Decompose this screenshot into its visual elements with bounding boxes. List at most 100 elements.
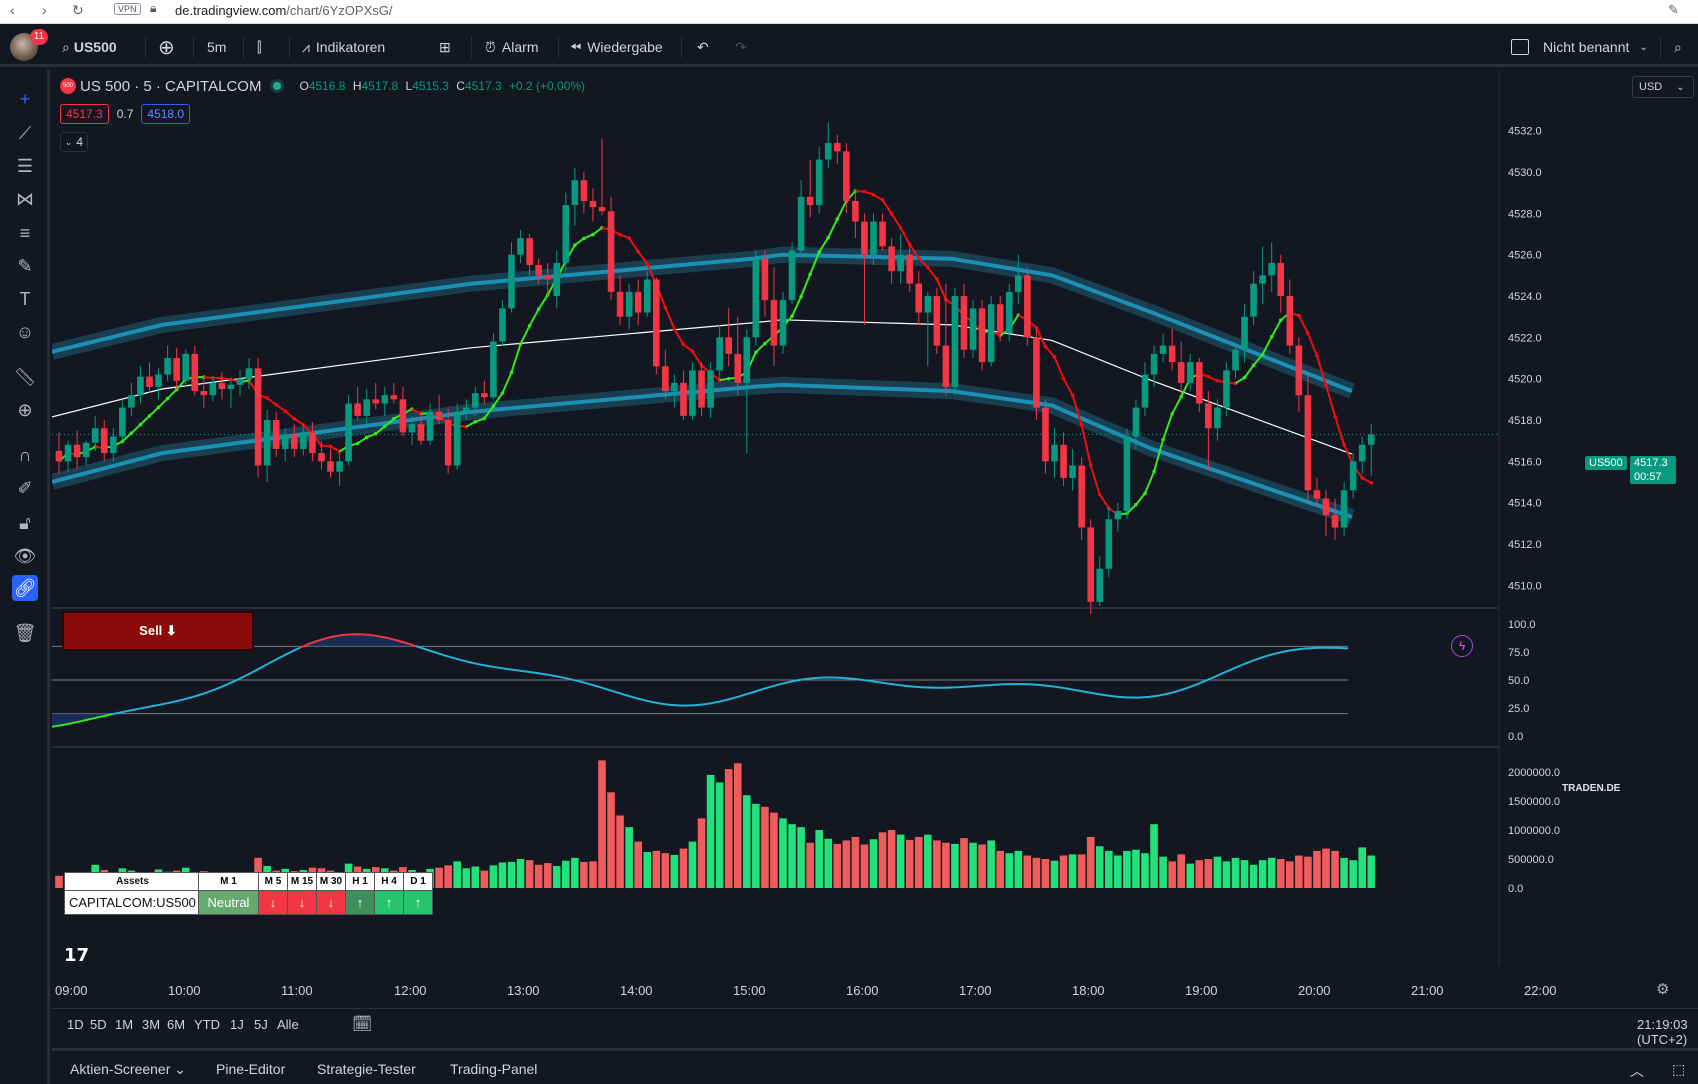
range-5j[interactable]: 5J (254, 1017, 268, 1032)
lock-drawing-icon[interactable]: ✐ (12, 475, 38, 501)
time-axis-label: 10:00 (168, 983, 201, 998)
candle-body (653, 279, 660, 367)
ask-price[interactable]: 4518.0 (141, 104, 191, 124)
osc-segment (411, 643, 417, 648)
time-axis-label: 13:00 (507, 983, 540, 998)
alarm-button[interactable]: ⏰︎ Alarm (485, 27, 538, 67)
ma-segment (139, 415, 151, 426)
link-icon[interactable]: 🔗︎ (12, 575, 38, 601)
replay-button[interactable]: ⏪︎ Wiedergabe (570, 27, 663, 67)
layouts-icon[interactable]: ⊞ (439, 27, 451, 67)
clock[interactable]: 21:19:03 (UTC+2) (1637, 1017, 1698, 1047)
volume-bar (842, 840, 851, 888)
undo-icon[interactable]: ↶ (697, 27, 709, 67)
text-icon[interactable]: T (12, 286, 38, 312)
candle-body (408, 424, 416, 433)
trash-icon[interactable]: 🗑︎ (12, 620, 38, 646)
indicators-button[interactable]: ⩘ Indikatoren (302, 27, 385, 67)
osc-segment (879, 681, 885, 684)
magnet-icon[interactable]: ∩ (12, 442, 38, 468)
gear-icon[interactable]: ⚙︎ (1656, 980, 1669, 998)
bid-price[interactable]: 4517.3 (60, 104, 109, 124)
panel-tab[interactable]: Aktien-Screener ⌄ (70, 1061, 186, 1078)
brush-icon[interactable]: ✎ (12, 253, 38, 279)
chart-area[interactable]: 4532.0 4530.0 4528.0 4526.0 4524.0 4522.0 4520… (52, 70, 1698, 965)
candle-body (1051, 444, 1058, 462)
pattern-icon[interactable]: ⋈ (12, 186, 38, 212)
candle-body (218, 382, 226, 389)
volume-bar (978, 844, 986, 888)
maximize-icon[interactable]: ⬚ (1672, 1061, 1685, 1078)
osc-segment (1287, 649, 1293, 652)
panel-tab[interactable]: Strategie-Tester (317, 1061, 416, 1077)
range-1d[interactable]: 1D (67, 1017, 84, 1032)
eye-icon[interactable]: 👁︎ (12, 543, 38, 569)
candle-body (1223, 370, 1230, 408)
osc-segment (151, 704, 157, 708)
osc-segment (1095, 692, 1101, 696)
candle-body (725, 337, 732, 354)
ruler-icon[interactable]: 📏︎ (12, 364, 38, 390)
range-5d[interactable]: 5D (90, 1017, 107, 1032)
volume-bar (779, 818, 787, 888)
panel-tab[interactable]: Pine-Editor (216, 1061, 285, 1077)
range-1j[interactable]: 1J (230, 1017, 244, 1032)
crosshair-icon[interactable]: + (12, 86, 38, 112)
ma-segment (628, 237, 640, 253)
candle-body (472, 393, 479, 408)
osc-segment (567, 677, 573, 681)
panel-tab[interactable]: Trading-Panel (450, 1061, 537, 1077)
quick-search-icon[interactable]: ⌕ (1674, 27, 1682, 67)
horizontal-lines-icon[interactable]: ☰ (12, 153, 38, 179)
candle-body (245, 368, 253, 379)
add-symbol-icon[interactable]: ⊕ (158, 27, 175, 67)
layout-name-button[interactable]: Nicht benannt ⌄ (1511, 27, 1648, 67)
fib-icon[interactable]: ≡ (12, 220, 38, 246)
range-ytd[interactable]: YTD (194, 1017, 220, 1032)
back-icon[interactable]: ‹ (10, 2, 15, 18)
chevron-up-icon[interactable]: ︿ (1630, 1061, 1644, 1081)
sell-button[interactable]: Sell ⬇ (62, 611, 254, 651)
trend-line-icon[interactable]: ⟋ (12, 120, 38, 146)
range-3m[interactable]: 3M (142, 1017, 160, 1032)
reload-icon[interactable]: ↻ (72, 2, 84, 19)
candle-body (544, 275, 551, 280)
osc-segment (519, 669, 525, 673)
osc-segment (335, 634, 341, 638)
range-6m[interactable]: 6M (167, 1017, 185, 1032)
osc-segment (635, 697, 641, 701)
indicator-collapse-button[interactable]: ⌄ 4 (60, 132, 88, 152)
lock-icon[interactable]: 🔓︎ (12, 510, 38, 536)
osc-segment (451, 656, 457, 660)
osc-segment (767, 685, 773, 689)
lock-icon[interactable]: 🔒︎ (150, 1, 156, 16)
ma-segment (528, 308, 540, 327)
currency-select[interactable]: USD ⌄ (1632, 76, 1694, 98)
candle-body (1349, 461, 1357, 491)
symbol-title[interactable]: US 500 · 5 · CAPITALCOM (80, 78, 261, 95)
chart-canvas[interactable]: 4532.0 4530.0 4528.0 4526.0 4524.0 4522.0 4520… (52, 70, 1698, 965)
vpn-badge[interactable]: VPN (114, 3, 141, 15)
lightning-icon[interactable]: ϟ (1451, 635, 1473, 657)
candle-body (535, 265, 542, 276)
emoji-icon[interactable]: ☺ (12, 319, 38, 345)
range-1m[interactable]: 1M (115, 1017, 133, 1032)
zoom-icon[interactable]: ⊕ (12, 397, 38, 423)
osc-segment (1171, 690, 1177, 694)
edit-icon[interactable]: ✎ (1668, 2, 1679, 18)
osc-segment (431, 650, 437, 654)
candle-body (698, 370, 705, 408)
interval-button[interactable]: 5m (207, 27, 226, 67)
symbol-search-button[interactable]: ⌕ US500 (62, 27, 117, 67)
url-field[interactable]: de.tradingview.com/chart/6YzOPXsG/ (175, 3, 392, 18)
notification-badge: 11 (30, 29, 48, 45)
date-range-icon[interactable]: 🗓︎ (352, 1014, 372, 1034)
redo-icon[interactable]: ↷ (735, 27, 747, 67)
time-axis-label: 18:00 (1072, 983, 1105, 998)
range-alle[interactable]: Alle (277, 1017, 299, 1032)
forward-icon[interactable]: › (42, 2, 47, 18)
tradingview-logo[interactable]: 𝟭𝟳 (64, 945, 89, 966)
candle-body (1123, 436, 1131, 511)
volume-bar (1358, 847, 1366, 888)
candles-icon[interactable]: ⫿ (257, 27, 261, 67)
